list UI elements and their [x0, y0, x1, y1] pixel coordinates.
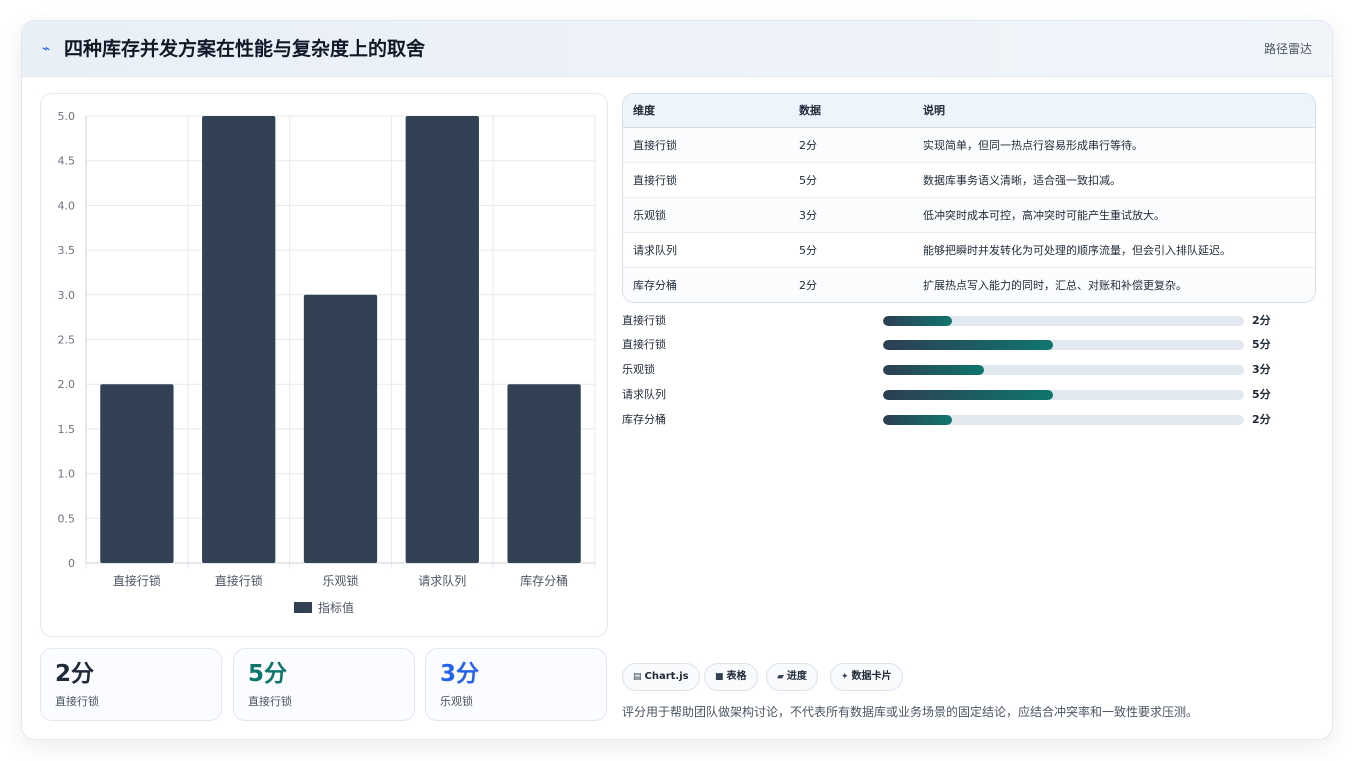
progress-track — [883, 390, 1244, 400]
progress-label: 直接行锁 — [622, 338, 666, 351]
chart-icon: ▤ — [633, 672, 642, 682]
y-tick-label: 2.5 — [58, 334, 76, 347]
bar — [100, 384, 174, 563]
header-tag: 路径雷达 — [1263, 42, 1312, 56]
x-tick-label: 直接行锁 — [113, 573, 161, 588]
table-cell: 低冲突时成本可控，高冲突时可能产生重试放大。 — [913, 197, 1315, 233]
progress-value: 2分 — [1252, 314, 1271, 327]
table-cell: 5分 — [789, 232, 913, 268]
y-tick-label: 2.0 — [58, 378, 76, 391]
stat-value: 3分 — [440, 661, 480, 687]
progress-track — [883, 365, 1244, 375]
table-row: 直接行锁 5分 数据库事务语义清晰，适合强一致扣减。 — [623, 162, 1315, 198]
data-table: 维度 数据 说明 直接行锁 2分 实现简单，但同一热点行容易形成串行等待。 直接… — [622, 93, 1316, 303]
stat-card-2: 5分 直接行锁 — [233, 648, 415, 721]
stat-label: 直接行锁 — [248, 695, 292, 708]
progress-value: 5分 — [1252, 388, 1271, 401]
progress-icon: ▰ — [777, 672, 784, 682]
progress-fill — [883, 365, 985, 375]
stat-card-3: 3分 乐观锁 — [425, 648, 607, 721]
bar — [405, 116, 479, 563]
progress-label: 乐观锁 — [622, 363, 655, 376]
table-cell: 直接行锁 — [623, 162, 789, 198]
table-icon: ■ — [715, 672, 724, 682]
table-row: 乐观锁 3分 低冲突时成本可控，高冲突时可能产生重试放大。 — [623, 197, 1315, 233]
table-cell: 数据库事务语义清晰，适合强一致扣减。 — [913, 162, 1315, 198]
legend-swatch — [294, 602, 312, 613]
table-cell: 5分 — [789, 162, 913, 198]
table-header-row: 维度 数据 说明 — [623, 94, 1315, 128]
sparkle-icon: ✦ — [841, 672, 849, 682]
table-cell: 库存分桶 — [633, 278, 677, 292]
progress-row: 乐观锁 3分 — [622, 361, 1316, 379]
table-cell: 实现简单，但同一热点行容易形成串行等待。 — [913, 127, 1315, 163]
y-tick-label: 1.5 — [58, 423, 76, 436]
table-cell: 能够把瞬时并发转化为可处理的顺序流量，但会引入排队延迟。 — [913, 232, 1315, 268]
progress-track — [883, 415, 1244, 425]
progress-row: 请求队列 5分 — [622, 386, 1316, 404]
x-tick-label: 乐观锁 — [322, 573, 358, 588]
chip-progress[interactable]: ▰ 进度 — [766, 663, 818, 691]
bar — [303, 294, 378, 563]
bar-chart: 0 0.5 1.0 1.5 2.0 2.5 3.0 3.5 4.0 4.5 5.0 直接行锁 直接行锁 乐… — [58, 110, 596, 615]
table-cell: 扩展热点写入能力的同时，汇总、对账和补偿更复杂。 — [923, 278, 1187, 292]
y-tick-label: 3.0 — [58, 289, 76, 302]
table-cell: 直接行锁 — [623, 127, 789, 163]
y-tick-label: 4.5 — [58, 155, 76, 168]
progress-fill — [883, 316, 952, 326]
legend-label: 指标值 — [318, 600, 354, 615]
chip-table[interactable]: ■ 表格 — [704, 663, 758, 691]
table-cell: 3分 — [789, 197, 913, 233]
table-row: 库存分桶 2分 扩展热点写入能力的同时，汇总、对账和补偿更复杂。 — [623, 267, 1315, 302]
column-header: 说明 — [913, 94, 1315, 128]
progress-fill — [883, 415, 952, 425]
progress-label: 库存分桶 — [622, 413, 666, 426]
progress-fill — [883, 340, 1053, 350]
y-tick-label: 0 — [68, 557, 75, 570]
chip-data-card[interactable]: ✦ 数据卡片 — [830, 663, 903, 691]
page-title: 四种库存并发方案在性能与复杂度上的取舍 — [64, 38, 426, 60]
progress-fill — [883, 390, 1053, 400]
progress-track — [883, 316, 1244, 326]
progress-value: 3分 — [1252, 363, 1271, 376]
stat-value: 5分 — [248, 661, 288, 687]
table-cell: 2分 — [799, 278, 817, 292]
table-row: 直接行锁 2分 实现简单，但同一热点行容易形成串行等待。 — [623, 127, 1315, 163]
bar — [202, 116, 276, 563]
progress-row: 库存分桶 2分 — [622, 411, 1316, 429]
y-tick-label: 3.5 — [58, 244, 76, 257]
bar — [507, 384, 581, 563]
table-row: 请求队列 5分 能够把瞬时并发转化为可处理的顺序流量，但会引入排队延迟。 — [623, 232, 1315, 268]
y-tick-label: 1.0 — [58, 468, 76, 481]
bar-chart-panel: 0 0.5 1.0 1.5 2.0 2.5 3.0 3.5 4.0 4.5 5.0 直接行锁 直接行锁 乐… — [40, 93, 608, 637]
header: ⌁ 四种库存并发方案在性能与复杂度上的取舍 路径雷达 — [22, 21, 1332, 77]
table-cell: 2分 — [789, 127, 913, 163]
progress-track — [883, 340, 1244, 350]
stat-value: 2分 — [55, 661, 95, 687]
stat-label: 乐观锁 — [440, 695, 473, 708]
x-tick-label: 请求队列 — [418, 573, 466, 588]
x-tick-label: 直接行锁 — [215, 573, 263, 588]
x-tick-label: 库存分桶 — [520, 573, 568, 588]
progress-label: 直接行锁 — [622, 314, 666, 327]
progress-value: 5分 — [1252, 338, 1271, 351]
footnote: 评分用于帮助团队做架构讨论，不代表所有数据库或业务场景的固定结论，应结合冲突率和… — [622, 705, 1199, 719]
stat-label: 直接行锁 — [55, 695, 99, 708]
lightning-icon: ⌁ — [42, 41, 51, 57]
column-header: 数据 — [789, 94, 913, 128]
progress-row: 直接行锁 2分 — [622, 312, 1316, 330]
y-tick-label: 4.0 — [58, 199, 76, 212]
progress-value: 2分 — [1252, 413, 1271, 426]
y-tick-label: 0.5 — [58, 512, 76, 525]
column-header: 维度 — [623, 94, 789, 128]
progress-row: 直接行锁 5分 — [622, 336, 1316, 354]
stat-card-1: 2分 直接行锁 — [40, 648, 222, 721]
dashboard-card: ⌁ 四种库存并发方案在性能与复杂度上的取舍 路径雷达 0 0.5 1.0 1.5 2.0… — [21, 20, 1333, 740]
progress-label: 请求队列 — [622, 388, 666, 401]
table-cell: 请求队列 — [623, 232, 789, 268]
table-cell: 乐观锁 — [623, 197, 789, 233]
y-tick-label: 5.0 — [58, 110, 76, 123]
chip-chartjs[interactable]: ▤ Chart.js — [622, 663, 700, 691]
